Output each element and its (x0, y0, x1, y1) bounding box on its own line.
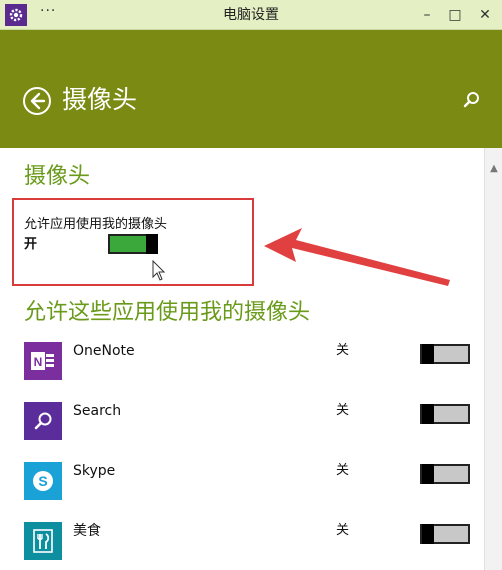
app-row: N OneNote 关 (0, 342, 484, 390)
app-row: Search 关 (0, 402, 484, 450)
toggle-thumb[interactable] (422, 464, 434, 484)
settings-content: 摄像头 允许应用使用我的摄像头 开 允许这些应用使用我的摄像头 N OneNot… (0, 148, 484, 570)
app-name: Search (73, 403, 122, 419)
search-icon (463, 92, 479, 108)
toggle-thumb[interactable] (422, 404, 434, 424)
maximize-button[interactable]: □ (440, 0, 470, 30)
app-name: Skype (73, 463, 116, 479)
app-toggle-food[interactable] (420, 524, 470, 544)
app-state: 关 (336, 523, 350, 538)
toggle-thumb[interactable] (422, 344, 434, 364)
onenote-icon: N (24, 342, 62, 380)
search-button[interactable] (462, 90, 482, 110)
annotation-highlight-box (12, 198, 254, 286)
app-state: 关 (336, 343, 350, 358)
page-title: 摄像头 (62, 85, 138, 114)
scroll-up-icon[interactable]: ▲ (485, 162, 502, 176)
skype-icon: S (24, 462, 62, 500)
svg-text:N: N (34, 355, 43, 369)
app-name: 美食 (73, 523, 101, 539)
back-arrow-icon (23, 87, 51, 115)
window-titlebar: ··· 电脑设置 – □ ✕ (0, 0, 502, 30)
food-icon (24, 522, 62, 560)
camera-section-title: 摄像头 (24, 164, 91, 189)
close-button[interactable]: ✕ (470, 0, 500, 30)
search-app-icon (24, 402, 62, 440)
annotation-arrow-icon (264, 228, 450, 286)
app-row: S Skype 关 (0, 462, 484, 510)
app-name: OneNote (73, 343, 135, 359)
back-button[interactable] (22, 86, 52, 116)
minimize-button[interactable]: – (412, 0, 442, 30)
mouse-cursor-icon (152, 260, 166, 281)
apps-section-title: 允许这些应用使用我的摄像头 (24, 300, 311, 325)
app-row: 美食 关 (0, 522, 484, 570)
vertical-scrollbar[interactable]: ▲ (484, 148, 502, 570)
app-state: 关 (336, 403, 350, 418)
toggle-thumb[interactable] (422, 524, 434, 544)
app-toggle-search[interactable] (420, 404, 470, 424)
svg-text:S: S (38, 473, 47, 489)
app-state: 关 (336, 463, 350, 478)
app-toggle-skype[interactable] (420, 464, 470, 484)
app-toggle-onenote[interactable] (420, 344, 470, 364)
page-header: 摄像头 (0, 30, 502, 148)
